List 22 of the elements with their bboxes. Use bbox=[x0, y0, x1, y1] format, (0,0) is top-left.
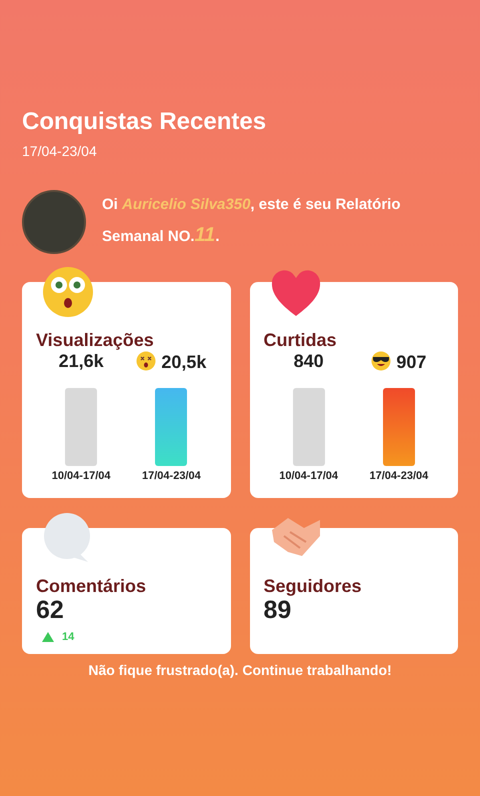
sunglasses-emoji-icon bbox=[371, 351, 392, 372]
stat-value: 62 bbox=[36, 597, 65, 625]
stat-value: 907 bbox=[396, 352, 426, 372]
period-label: 17/04-23/04 bbox=[141, 468, 202, 484]
change-value: 14 bbox=[62, 630, 74, 645]
card-title: Visualizações bbox=[36, 330, 155, 352]
date-range: 17/04-23/04 bbox=[22, 142, 98, 161]
stat-value: 21,6k bbox=[58, 351, 105, 373]
footer-message: Não fique frustrado(a). Continue trabalhando! bbox=[87, 660, 393, 680]
dizzy-emoji-icon bbox=[136, 351, 156, 372]
stat-value: 89 bbox=[264, 597, 292, 625]
stat-value: 20,5k bbox=[161, 352, 206, 372]
period-label: 10/04-17/04 bbox=[278, 468, 339, 484]
stat-value: 840 bbox=[292, 351, 325, 373]
card-title: Curtidas bbox=[264, 330, 338, 352]
period-label: 10/04-17/04 bbox=[50, 468, 112, 484]
up-triangle-icon bbox=[42, 632, 54, 642]
period-label: 17/04-23/04 bbox=[368, 468, 430, 484]
card-title: Seguidores bbox=[264, 576, 363, 598]
page-title: Conquistas Recentes bbox=[22, 108, 268, 137]
card-title: Comentários bbox=[36, 576, 148, 598]
greeting-message: Oi Auricelio Silva350, este é seu Relatório Semanal NO.11. bbox=[102, 195, 402, 248]
